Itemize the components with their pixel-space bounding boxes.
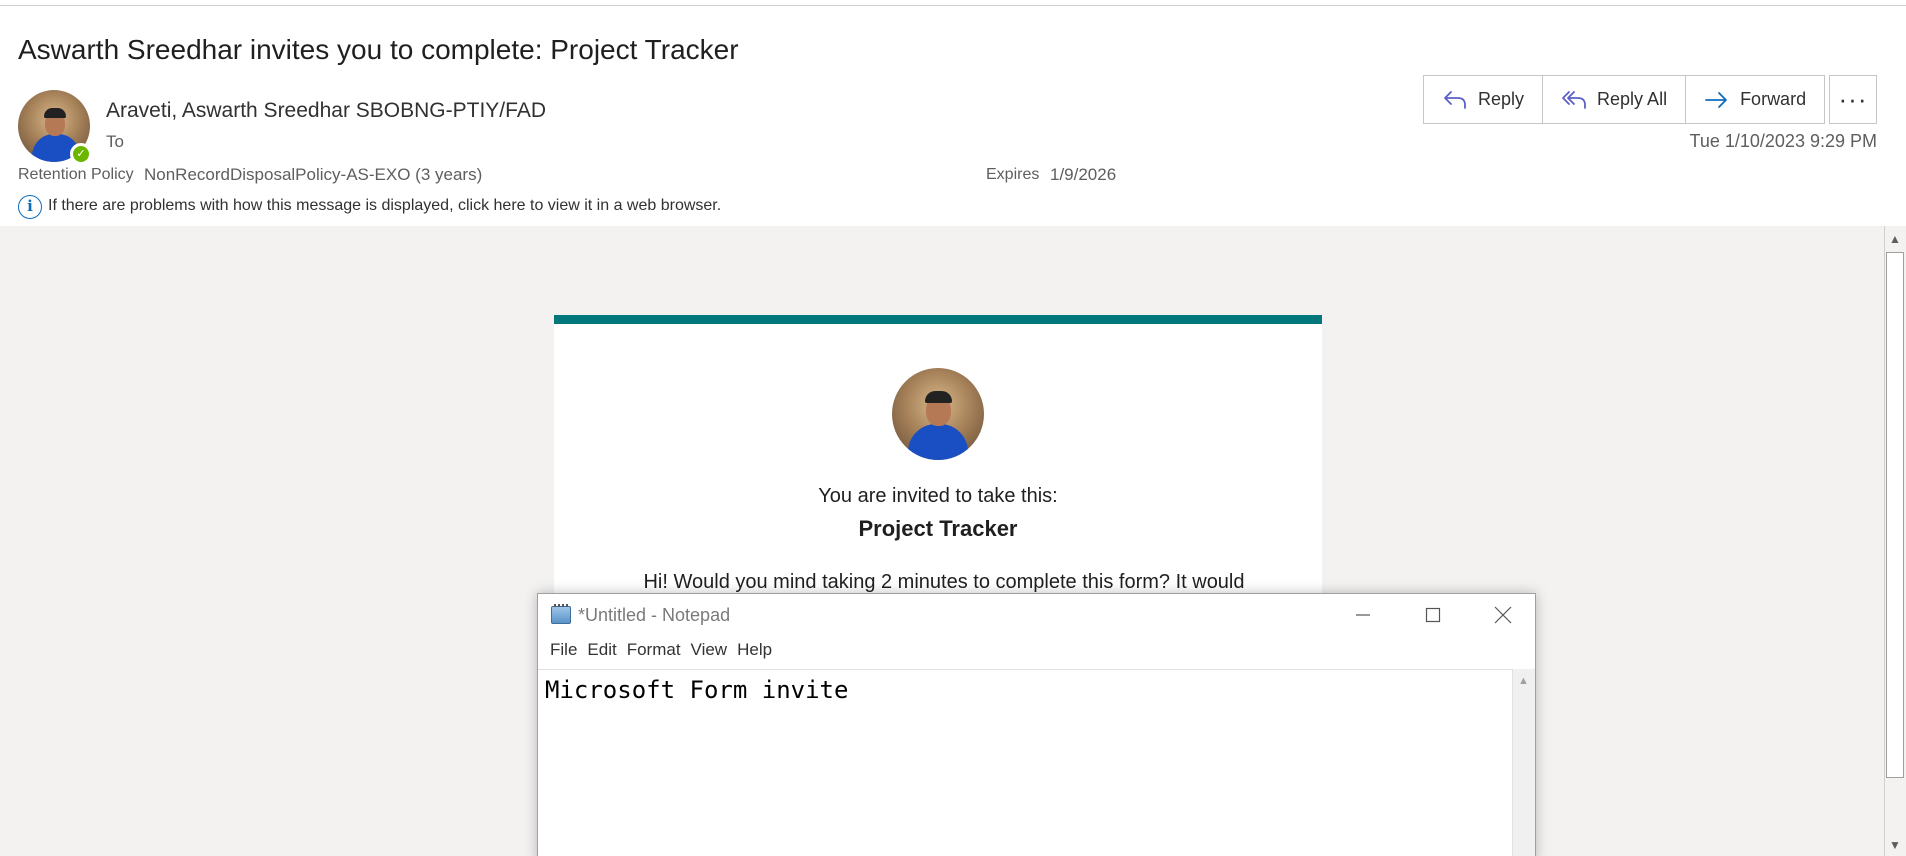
- reply-button[interactable]: Reply: [1424, 76, 1544, 123]
- scroll-down-arrow-icon[interactable]: ▼: [1884, 834, 1906, 856]
- reply-icon: [1444, 90, 1466, 109]
- close-icon: [1494, 606, 1511, 624]
- menu-help[interactable]: Help: [732, 636, 777, 664]
- notepad-scroll-up-icon[interactable]: ▲: [1512, 671, 1535, 691]
- expires-value: 1/9/2026: [1050, 165, 1117, 184]
- invited-text: You are invited to take this:: [818, 485, 1058, 507]
- notepad-content: Microsoft Form invite: [545, 676, 849, 704]
- notepad-menubar: File Edit Format View Help: [538, 636, 1535, 664]
- notepad-scrollbar[interactable]: [1512, 669, 1535, 856]
- window-top-border: [0, 0, 1906, 6]
- email-subject: Aswarth Sreedhar invites you to complete…: [18, 34, 739, 65]
- info-icon: i: [18, 195, 42, 219]
- retention-policy-value: NonRecordDisposalPolicy-AS-EXO (3 years): [144, 165, 483, 184]
- minimize-button[interactable]: [1328, 594, 1397, 636]
- sender-name[interactable]: Araveti, Aswarth Sreedhar SBOBNG-PTIY/FA…: [106, 99, 546, 123]
- notepad-titlebar[interactable]: *Untitled - Notepad: [538, 594, 1535, 636]
- reply-all-label: Reply All: [1597, 89, 1668, 109]
- sent-date: Tue 1/10/2023 9:29 PM: [1689, 131, 1877, 151]
- notepad-app-icon: [551, 604, 571, 624]
- notepad-title: *Untitled - Notepad: [578, 605, 731, 625]
- reply-all-icon: [1562, 90, 1586, 109]
- presence-available-icon: ✓: [70, 143, 92, 165]
- minimize-icon: [1355, 614, 1370, 616]
- invite-message: Hi! Would you mind taking 2 minutes to c…: [643, 571, 1245, 593]
- view-in-browser-link[interactable]: If there are problems with how this mess…: [48, 197, 721, 215]
- close-button[interactable]: [1468, 594, 1537, 636]
- menu-view[interactable]: View: [686, 636, 733, 664]
- message-actions: Reply Reply All Forward: [1423, 75, 1826, 124]
- menu-file[interactable]: File: [545, 636, 582, 664]
- maximize-icon: [1425, 607, 1440, 623]
- menu-format[interactable]: Format: [622, 636, 686, 664]
- retention-policy-label: Retention Policy: [18, 166, 134, 183]
- scroll-up-arrow-icon[interactable]: ▲: [1884, 228, 1906, 250]
- maximize-button[interactable]: [1398, 594, 1467, 636]
- forward-label: Forward: [1740, 89, 1807, 109]
- inviter-avatar: [892, 368, 984, 460]
- forward-arrow-icon: [1705, 91, 1727, 108]
- forward-button[interactable]: Forward: [1686, 76, 1824, 123]
- to-label: To: [106, 132, 124, 151]
- notepad-window: *Untitled - Notepad File Edit Format Vie…: [537, 593, 1536, 856]
- notepad-text-area[interactable]: Microsoft Form invite: [538, 669, 1512, 856]
- form-title: Project Tracker: [858, 516, 1018, 541]
- more-actions-button[interactable]: ···: [1829, 75, 1877, 124]
- expires-label: Expires: [986, 166, 1040, 183]
- menu-edit[interactable]: Edit: [582, 636, 621, 664]
- reply-label: Reply: [1478, 89, 1525, 109]
- scroll-thumb[interactable]: [1886, 252, 1904, 778]
- reply-all-button[interactable]: Reply All: [1543, 76, 1687, 123]
